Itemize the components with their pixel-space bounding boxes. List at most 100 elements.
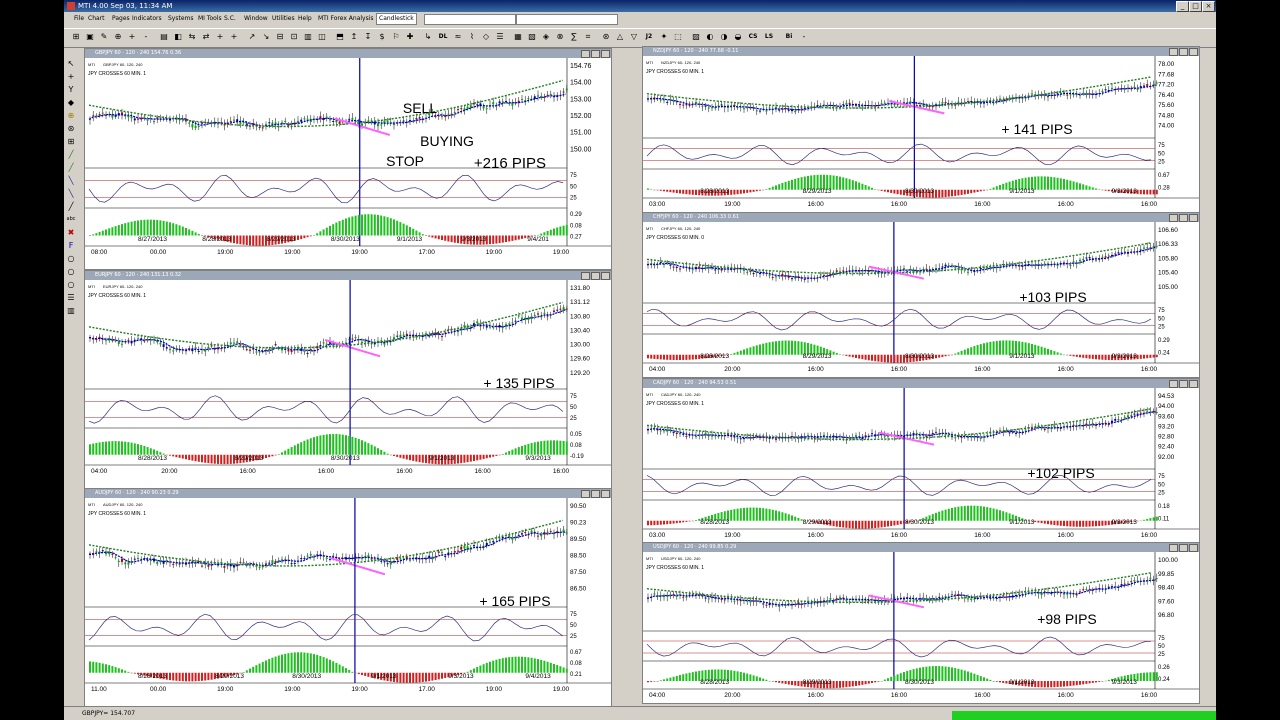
toolbar-button-27[interactable]: ≈	[452, 31, 464, 43]
chart-minimize-button[interactable]	[581, 490, 590, 498]
toolbar-button-30[interactable]: ☰	[494, 31, 506, 43]
toolbar-button-46[interactable]: ◒	[732, 31, 744, 43]
chart-window-c2[interactable]: EURJPY 60 · 120 · 240 131.13 0.32 MTI EURJ…	[84, 270, 612, 490]
chart-minimize-button[interactable]	[1169, 48, 1178, 56]
draw-tool-17[interactable]: ○	[65, 266, 77, 277]
chart-window-c5[interactable]: CHFJPY 60 · 120 · 240 106.33 0.61 MTI CHFJ…	[642, 212, 1200, 378]
chart-window-c7[interactable]: USDJPY 60 · 120 · 240 99.85 0.29 MTI USDJP…	[642, 542, 1200, 704]
chart-title[interactable]: AUDJPY 60 · 120 · 240 90.23 0.29	[85, 489, 611, 498]
chart-close-button[interactable]	[1189, 380, 1198, 388]
draw-tool-13[interactable]: abc	[65, 214, 77, 225]
toolbar-button-24[interactable]: ✚	[404, 31, 416, 43]
toolbar-button-41[interactable]: ✦	[658, 31, 670, 43]
chart-minimize-button[interactable]	[581, 50, 590, 58]
toolbar-combo-2[interactable]	[516, 14, 618, 25]
toolbar-button-22[interactable]: $	[376, 31, 388, 43]
toolbar-button-29[interactable]: ◇	[480, 31, 492, 43]
toolbar-button-9[interactable]: ⇆	[186, 31, 198, 43]
chart-restore-button[interactable]	[591, 272, 600, 280]
chart-restore-button[interactable]	[591, 490, 600, 498]
menu-indicators[interactable]: Indicators	[130, 13, 164, 25]
toolbar-button-50[interactable]: -	[798, 31, 810, 43]
draw-tool-8[interactable]: ╱	[65, 149, 77, 160]
toolbar-button-10[interactable]: ⇄	[200, 31, 212, 43]
chart-restore-button[interactable]	[591, 50, 600, 58]
menu-systems[interactable]: Systems	[166, 13, 196, 25]
chart-restore-button[interactable]	[1179, 48, 1188, 56]
chart-close-button[interactable]	[1189, 544, 1198, 552]
chart-close-button[interactable]	[601, 272, 610, 280]
toolbar-button-38[interactable]: △	[614, 31, 626, 43]
toolbar-button-40[interactable]: J2	[642, 31, 656, 43]
chart-title[interactable]: EURJPY 60 · 120 · 240 131.13 0.32	[85, 271, 611, 280]
toolbar-button-25[interactable]: ↳	[422, 31, 434, 43]
chart-minimize-button[interactable]	[581, 272, 590, 280]
toolbar-button-7[interactable]: ▤	[158, 31, 170, 43]
maximize-button[interactable]: □	[1189, 1, 1202, 12]
menu-candlestick[interactable]: Candlestick	[376, 13, 417, 25]
chart-close-button[interactable]	[601, 50, 610, 58]
chart-title[interactable]: GBPJPY 60 · 120 · 240 154.76 0.36	[85, 49, 611, 58]
toolbar-button-3[interactable]: ✎	[98, 31, 110, 43]
toolbar-button-32[interactable]: ▧	[526, 31, 538, 43]
toolbar-button-34[interactable]: ⊗	[554, 31, 566, 43]
toolbar-button-18[interactable]: ◫	[316, 31, 328, 43]
menu-window[interactable]: Window	[242, 13, 270, 25]
draw-tool-3[interactable]: Y	[65, 84, 77, 95]
chart-close-button[interactable]	[1189, 214, 1198, 222]
toolbar-button-28[interactable]: ⌇	[466, 31, 478, 43]
toolbar-button-19[interactable]: ⬒	[334, 31, 346, 43]
chart-title[interactable]: USDJPY 60 · 120 · 240 99.85 0.29	[643, 543, 1199, 552]
toolbar-button-4[interactable]: ⊕	[112, 31, 124, 43]
toolbar-button-42[interactable]: ⬚	[672, 31, 684, 43]
chart-restore-button[interactable]	[1179, 214, 1188, 222]
chart-restore-button[interactable]	[1179, 544, 1188, 552]
toolbar-button-2[interactable]: ▣	[84, 31, 96, 43]
chart-minimize-button[interactable]	[1169, 380, 1178, 388]
menu-utilities[interactable]: Utilities	[270, 13, 297, 25]
toolbar-button-20[interactable]: ↥	[348, 31, 360, 43]
draw-tool-20[interactable]: ▥	[65, 305, 77, 316]
toolbar-button-37[interactable]: ⊛	[600, 31, 612, 43]
draw-tool-6[interactable]: ⊛	[65, 123, 77, 134]
toolbar-button-12[interactable]: +	[228, 31, 240, 43]
chart-close-button[interactable]	[601, 490, 610, 498]
draw-tool-1[interactable]: ↖	[65, 58, 77, 69]
chart-title[interactable]: CHFJPY 60 · 120 · 240 106.33 0.61	[643, 213, 1199, 222]
toolbar-button-14[interactable]: ↘	[260, 31, 272, 43]
toolbar-button-44[interactable]: ◐	[704, 31, 716, 43]
toolbar-combo-1[interactable]	[424, 14, 516, 25]
chart-close-button[interactable]	[1189, 48, 1198, 56]
menu-chart[interactable]: Chart	[86, 13, 107, 25]
toolbar-button-43[interactable]: ▨	[690, 31, 702, 43]
toolbar-button-23[interactable]: ⚐	[390, 31, 402, 43]
toolbar-button-11[interactable]: +	[214, 31, 226, 43]
toolbar-button-35[interactable]: ∑	[568, 31, 580, 43]
menu-file[interactable]: File	[72, 13, 86, 25]
toolbar-button-47[interactable]: CS	[746, 31, 760, 43]
draw-tool-19[interactable]: ☰	[65, 292, 77, 303]
toolbar-button-31[interactable]: ▦	[512, 31, 524, 43]
draw-tool-15[interactable]: F	[65, 240, 77, 251]
draw-tool-7[interactable]: ⊞	[65, 136, 77, 147]
draw-tool-9[interactable]: ╱	[65, 162, 77, 173]
draw-tool-14[interactable]: ✖	[65, 227, 77, 238]
toolbar-button-36[interactable]: ⌗	[582, 31, 594, 43]
draw-tool-5[interactable]: ⊕	[65, 110, 77, 121]
draw-tool-10[interactable]: ╲	[65, 175, 77, 186]
menu-mi-tools[interactable]: MI Tools	[196, 13, 224, 25]
menu-mti-forex-analysis[interactable]: MTI Forex Analysis	[316, 13, 376, 25]
toolbar-button-39[interactable]: ▽	[628, 31, 640, 43]
chart-window-c3[interactable]: AUDJPY 60 · 120 · 240 90.23 0.29 MTI AUDJP…	[84, 488, 612, 708]
menu-s-c-[interactable]: S.C.	[222, 13, 238, 25]
toolbar-button-33[interactable]: ◈	[540, 31, 552, 43]
draw-tool-12[interactable]: ╱	[65, 201, 77, 212]
chart-window-c1[interactable]: GBPJPY 60 · 120 · 240 154.76 0.36 MTI GBPJ…	[84, 48, 612, 270]
draw-tool-2[interactable]: +	[65, 71, 77, 82]
toolbar-button-45[interactable]: ◑	[718, 31, 730, 43]
toolbar-button-49[interactable]: Bi	[782, 31, 796, 43]
toolbar-button-26[interactable]: DL	[436, 31, 450, 43]
chart-title[interactable]: CADJPY 60 · 120 · 240 94.53 0.51	[643, 379, 1199, 388]
menu-pages[interactable]: Pages	[110, 13, 132, 25]
chart-window-c6[interactable]: CADJPY 60 · 120 · 240 94.53 0.51 MTI CADJP…	[642, 378, 1200, 544]
